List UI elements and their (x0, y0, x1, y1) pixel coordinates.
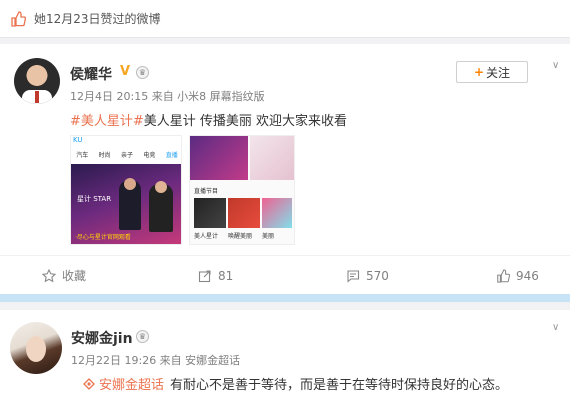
follow-button[interactable]: + 关注 (456, 61, 528, 83)
divider-strip (0, 294, 570, 302)
app-logo: KU (71, 136, 181, 150)
hashtag-link[interactable]: #美人星计# (70, 114, 144, 129)
author-avatar[interactable] (14, 58, 60, 104)
post-meta: 12月22日 19:26 来自 安娜金超话 (71, 354, 241, 367)
post-body: 美人星计 传播美丽 欢迎大家来收看 (143, 114, 348, 129)
thumbs-up-icon (8, 9, 28, 29)
repost-button[interactable]: 81 (198, 256, 233, 295)
plus-icon: + (473, 65, 485, 79)
repost-icon (198, 269, 211, 282)
liked-posts-header: 她12月23日赞过的微博 (0, 0, 570, 38)
verified-badge-icon: V (120, 64, 131, 79)
chevron-down-icon[interactable]: ∨ (552, 322, 559, 333)
post-body: 有耐心不是善于等待，而是善于在等待时保持良好的心态。 (170, 378, 509, 393)
favorite-button[interactable]: 收藏 (42, 256, 86, 295)
follow-label: 关注 (486, 65, 511, 80)
author-name[interactable]: 侯耀华 (70, 64, 112, 84)
super-topic-link[interactable]: 安娜金超话 (99, 374, 164, 393)
weibo-post-card: 安娜金jin ♛ 12月22日 19:26 来自 安娜金超话 ∨ 安娜金超话 有… (0, 310, 570, 403)
star-icon (42, 268, 56, 282)
post-image-1[interactable]: KU 汽车 时尚 亲子 电竞 直播 星计 STAR ·尽心与星计官网观看 (70, 135, 182, 245)
post-image-2[interactable]: 直播节目 美人星计 唤醒美丽 美丽 (189, 135, 295, 245)
like-button[interactable]: 946 (496, 256, 539, 295)
author-avatar[interactable] (10, 322, 62, 374)
comment-button[interactable]: 570 (346, 256, 389, 295)
promo-banner: 星计 STAR ·尽心与星计官网观看 (71, 164, 181, 244)
comment-icon (347, 269, 360, 283)
weibo-post-card: 侯耀华 V ♛ 12月4日 20:15 来自 小米8 屏幕指纹版 + 关注 ∨ … (0, 44, 570, 294)
post-text: #美人星计#美人星计 传播美丽 欢迎大家来收看 (70, 110, 347, 129)
post-meta: 12月4日 20:15 来自 小米8 屏幕指纹版 (70, 90, 265, 103)
author-name[interactable]: 安娜金jin (71, 328, 133, 348)
post-text: 安娜金超话 有耐心不是善于等待，而是善于在等待时保持良好的心态。 (83, 374, 508, 393)
chevron-down-icon[interactable]: ∨ (552, 60, 559, 71)
thumbs-up-icon (497, 268, 510, 283)
level-badge-icon: ♛ (136, 66, 149, 79)
level-badge-icon: ♛ (136, 330, 149, 343)
post-actions-bar: 收藏 81 570 946 (0, 255, 570, 294)
section-label: 直播节目 (194, 188, 219, 195)
image-tabs: 汽车 时尚 亲子 电竞 直播 (76, 152, 178, 159)
super-topic-icon (83, 377, 95, 390)
header-title: 她12月23日赞过的微博 (34, 12, 161, 26)
